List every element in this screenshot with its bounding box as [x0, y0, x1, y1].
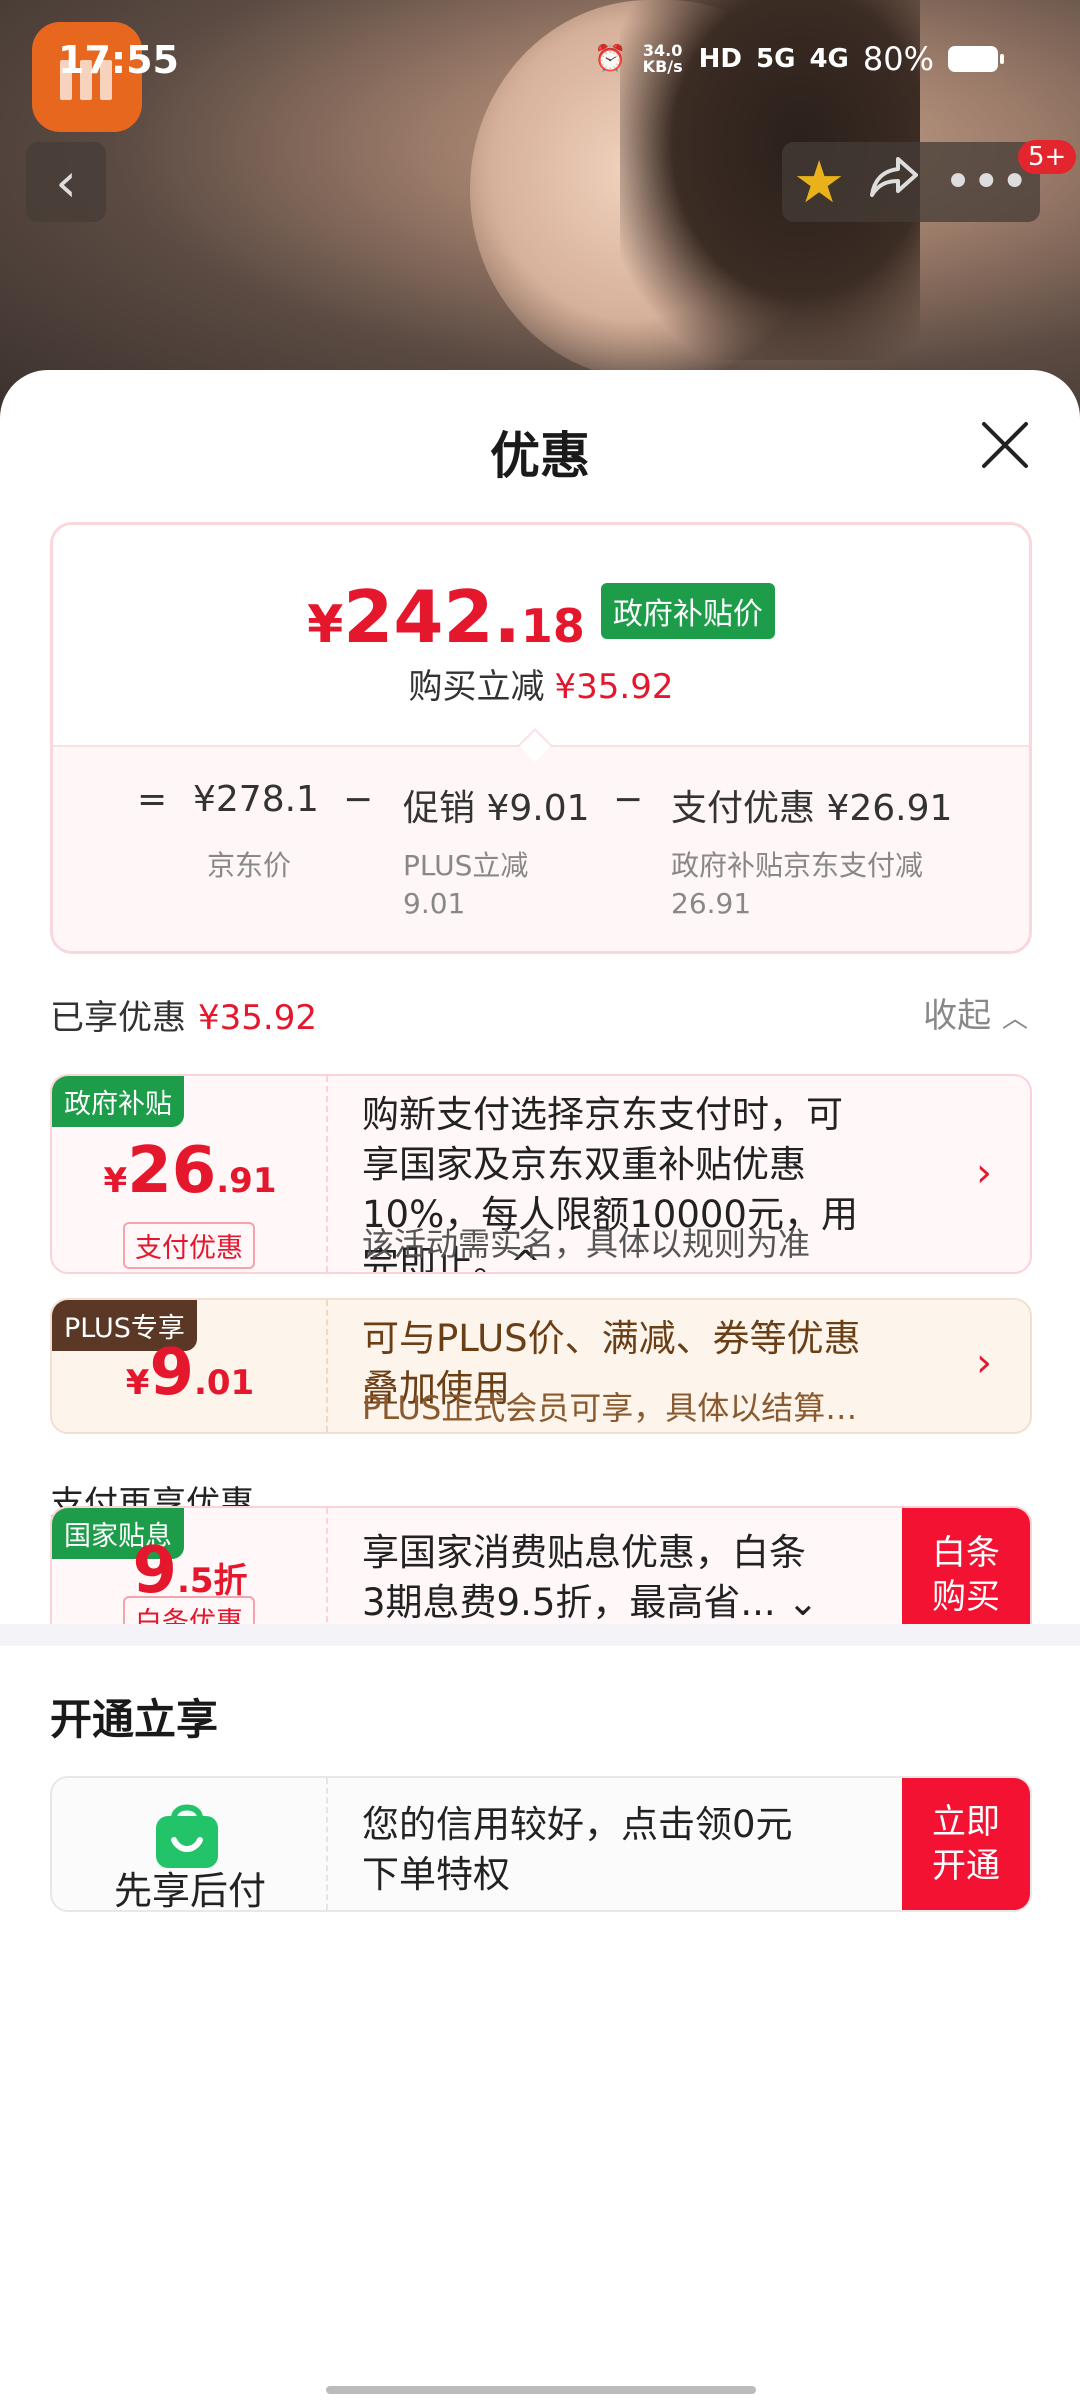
pay-sub-label: 政府补贴京东支付减: [671, 849, 924, 882]
hd-icon: HD: [698, 44, 742, 74]
enjoyed-discount: 已享优惠 ¥35.92: [50, 998, 317, 1038]
pay-later-name: 先享后付: [113, 1869, 266, 1912]
minus-sign: −: [343, 779, 374, 820]
pay-sub-value: 26.91: [671, 887, 752, 920]
interest-subsidy-description: 享国家消费贴息优惠，白条 3期息费9.5折，最高省... ⌄: [362, 1531, 819, 1624]
close-icon[interactable]: [980, 420, 1030, 470]
more-badge: 5+: [1018, 140, 1077, 174]
net-speed: 34.0 KB/s: [642, 41, 683, 76]
promo-sub-value: 9.01: [403, 887, 466, 920]
section-divider: [0, 1624, 1080, 1646]
pay-discount-chip: 支付优惠: [123, 1222, 255, 1269]
minus-sign: −: [613, 779, 644, 820]
gov-subsidy-amount: ¥26.91: [103, 1134, 277, 1208]
plus-note: PLUS正式会员可享，具体以结算…: [362, 1389, 858, 1427]
open-section-title: 开通立享: [50, 1695, 219, 1744]
plus-deal-card[interactable]: PLUS专享 ¥9.01 可与PLUS价、满减、券等优惠 叠加使用 PLUS正式…: [50, 1298, 1032, 1434]
final-price: ¥242.18: [307, 575, 585, 659]
home-indicator: [326, 2386, 756, 2394]
chevron-right-icon: ›: [976, 1150, 992, 1196]
price-summary-card: ¥242.18 政府补贴价 购买立减 ¥35.92 = ¥278.1 − 促销 ¥…: [50, 522, 1032, 954]
jd-price-label: 京东价: [207, 849, 292, 882]
price-breakdown: = ¥278.1 − 促销 ¥9.01 − 支付优惠 ¥26.91 京东价 PL…: [53, 745, 1029, 951]
top-actions: ★ •••: [782, 142, 1040, 222]
pay-later-description: 您的信用较好，点击领0元 下单特权: [362, 1803, 793, 1896]
baitiao-buy-button[interactable]: 白条 购买: [902, 1508, 1030, 1642]
final-price-row: ¥242.18 政府补贴价: [53, 575, 1029, 659]
signal-5g-icon: 5G: [756, 44, 796, 74]
more-icon[interactable]: •••: [944, 154, 1029, 210]
status-bar: 17:55 ⏰ 34.0 KB/s HD 5G 4G 80%: [0, 0, 1080, 120]
share-icon[interactable]: [868, 153, 922, 211]
discount-sheet: 优惠 ¥242.18 政府补贴价 购买立减 ¥35.92 = ¥278.1 − 促…: [0, 370, 1080, 2400]
sheet-title: 优惠: [490, 427, 590, 485]
instant-reduction: 购买立减 ¥35.92: [408, 667, 674, 707]
gov-subsidy-tag: 政府补贴: [52, 1076, 184, 1127]
plus-amount: ¥9.01: [125, 1336, 255, 1410]
equals-sign: =: [137, 779, 168, 820]
battery-icon: [948, 46, 1004, 72]
status-icons: ⏰ 34.0 KB/s HD 5G 4G 80%: [594, 40, 1004, 78]
collapse-button[interactable]: 收起 ︿: [923, 988, 1028, 1037]
promo-sub-label: PLUS立减: [403, 849, 529, 882]
back-button[interactable]: ‹: [26, 142, 106, 222]
chevron-up-icon: ︿: [1001, 1004, 1028, 1034]
gov-subsidy-note: 该活动需实名，具体以规则为准: [362, 1225, 811, 1263]
status-time: 17:55: [58, 38, 179, 82]
promo-amount: 促销 ¥9.01: [403, 788, 590, 829]
chevron-left-icon: ‹: [55, 150, 77, 214]
gov-subsidy-deal-card[interactable]: 政府补贴 ¥26.91 支付优惠 购新支付选择京东支付时，可 享国家及京东双重补…: [50, 1074, 1032, 1274]
gov-subsidy-price-tag: 政府补贴价: [600, 583, 775, 639]
chevron-right-icon: ›: [976, 1340, 992, 1386]
open-now-button[interactable]: 立即 开通: [902, 1778, 1030, 1910]
battery-percent: 80%: [862, 40, 934, 78]
jd-price: ¥278.1: [193, 779, 319, 820]
favorite-star-icon[interactable]: ★: [793, 148, 845, 216]
pay-later-card[interactable]: 先享后付 您的信用较好，点击领0元 下单特权 立即 开通: [50, 1776, 1032, 1912]
alarm-icon: ⏰: [594, 44, 627, 74]
signal-4g-icon: 4G: [809, 44, 849, 74]
pay-discount-amount: 支付优惠 ¥26.91: [671, 788, 953, 829]
